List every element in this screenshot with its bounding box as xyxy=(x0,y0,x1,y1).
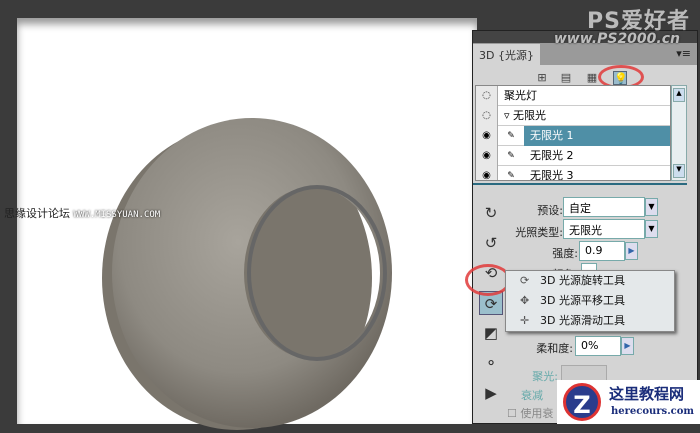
list-item[interactable]: ◉ ✎ 无限光 3 xyxy=(476,165,670,181)
softness-slider-button[interactable]: ▶ xyxy=(621,337,634,355)
list-item[interactable]: ◉ ✎ 无限光 1 xyxy=(476,125,670,146)
light-type-select[interactable]: 无限光 xyxy=(563,219,645,239)
material-filter-icon[interactable]: ▦ xyxy=(585,71,599,85)
move-icon: ✥ xyxy=(520,294,530,307)
watermark-url: www.PS2000.cn xyxy=(553,31,680,47)
softness-input[interactable]: 0% xyxy=(575,336,621,356)
camera-icon[interactable]: ▶ xyxy=(479,381,503,405)
panel-divider[interactable] xyxy=(473,183,687,187)
light-list: ◌ 聚光灯 ◌ ▿ 无限光 ◉ ✎ 无限光 1 ◉ ✎ 无限光 2 ◉ ✎ 无限光 3 xyxy=(475,85,671,181)
use-falloff-checkbox[interactable]: ☐ 使用衰 xyxy=(507,405,553,421)
menu-item-light-rotate[interactable]: ⟳ 3D 光源旋转工具 xyxy=(506,271,674,291)
eye-icon[interactable]: ◉ xyxy=(476,145,498,166)
document-canvas[interactable] xyxy=(17,18,477,430)
chevron-down-icon[interactable]: ▼ xyxy=(645,198,658,216)
light-tools-flyout: ⟳ 3D 光源旋转工具 ✥ 3D 光源平移工具 ✛ 3D 光源滑动工具 xyxy=(505,270,675,332)
tab-3d-light[interactable]: 3D {光源} xyxy=(473,44,540,65)
rotate-tool-icon[interactable]: ↻ xyxy=(479,201,503,225)
list-item[interactable]: ◌ 聚光灯 xyxy=(476,86,670,106)
menu-item-light-slide[interactable]: ✛ 3D 光源滑动工具 xyxy=(506,311,674,331)
list-scrollbar[interactable]: ▲ ▼ xyxy=(671,85,687,181)
light-point-icon[interactable]: ⚬ xyxy=(479,351,503,375)
light-bulb-icon: ✎ xyxy=(507,130,515,141)
list-item[interactable]: ◉ ✎ 无限光 2 xyxy=(476,145,670,166)
menu-item-light-pan[interactable]: ✥ 3D 光源平移工具 xyxy=(506,291,674,311)
light-bulb-icon: ✎ xyxy=(507,150,515,161)
chevron-down-icon[interactable]: ▼ xyxy=(645,220,658,238)
stone-ring-image xyxy=(102,118,392,430)
mesh-filter-icon[interactable]: ▤ xyxy=(559,71,573,85)
visibility-icon[interactable]: ◌ xyxy=(476,105,498,126)
eye-icon[interactable]: ◉ xyxy=(476,165,498,180)
paint-tool-icon[interactable]: ◩ xyxy=(479,321,503,345)
list-item[interactable]: ◌ ▿ 无限光 xyxy=(476,105,670,126)
brand-watermark: Z 这里教程网 herecours.com xyxy=(557,380,700,424)
watermark-left: 思缘设计论坛 WWW.MISSYUAN.COM xyxy=(4,207,161,220)
eye-icon[interactable]: ◉ xyxy=(476,125,498,146)
scene-filter-icon[interactable]: ⊞ xyxy=(535,71,549,85)
intensity-slider-button[interactable]: ▶ xyxy=(625,242,638,260)
preset-select[interactable]: 自定 xyxy=(563,197,645,217)
light-bulb-icon: ✎ xyxy=(507,170,515,181)
3d-light-panel: 3D {光源} ▾≡ ⊞ ▤ ▦ 💡 ◌ 聚光灯 ◌ ▿ 无限光 ◉ ✎ 无限光 1 ◉… xyxy=(465,30,698,424)
roll-tool-icon[interactable]: ↺ xyxy=(479,231,503,255)
light-rotate-icon: ⟳ xyxy=(520,274,530,287)
slide-icon: ✛ xyxy=(520,314,530,327)
visibility-icon[interactable]: ◌ xyxy=(476,86,498,106)
intensity-input[interactable]: 0.9 xyxy=(579,241,625,261)
panel-menu-icon[interactable]: ▾≡ xyxy=(676,47,691,60)
